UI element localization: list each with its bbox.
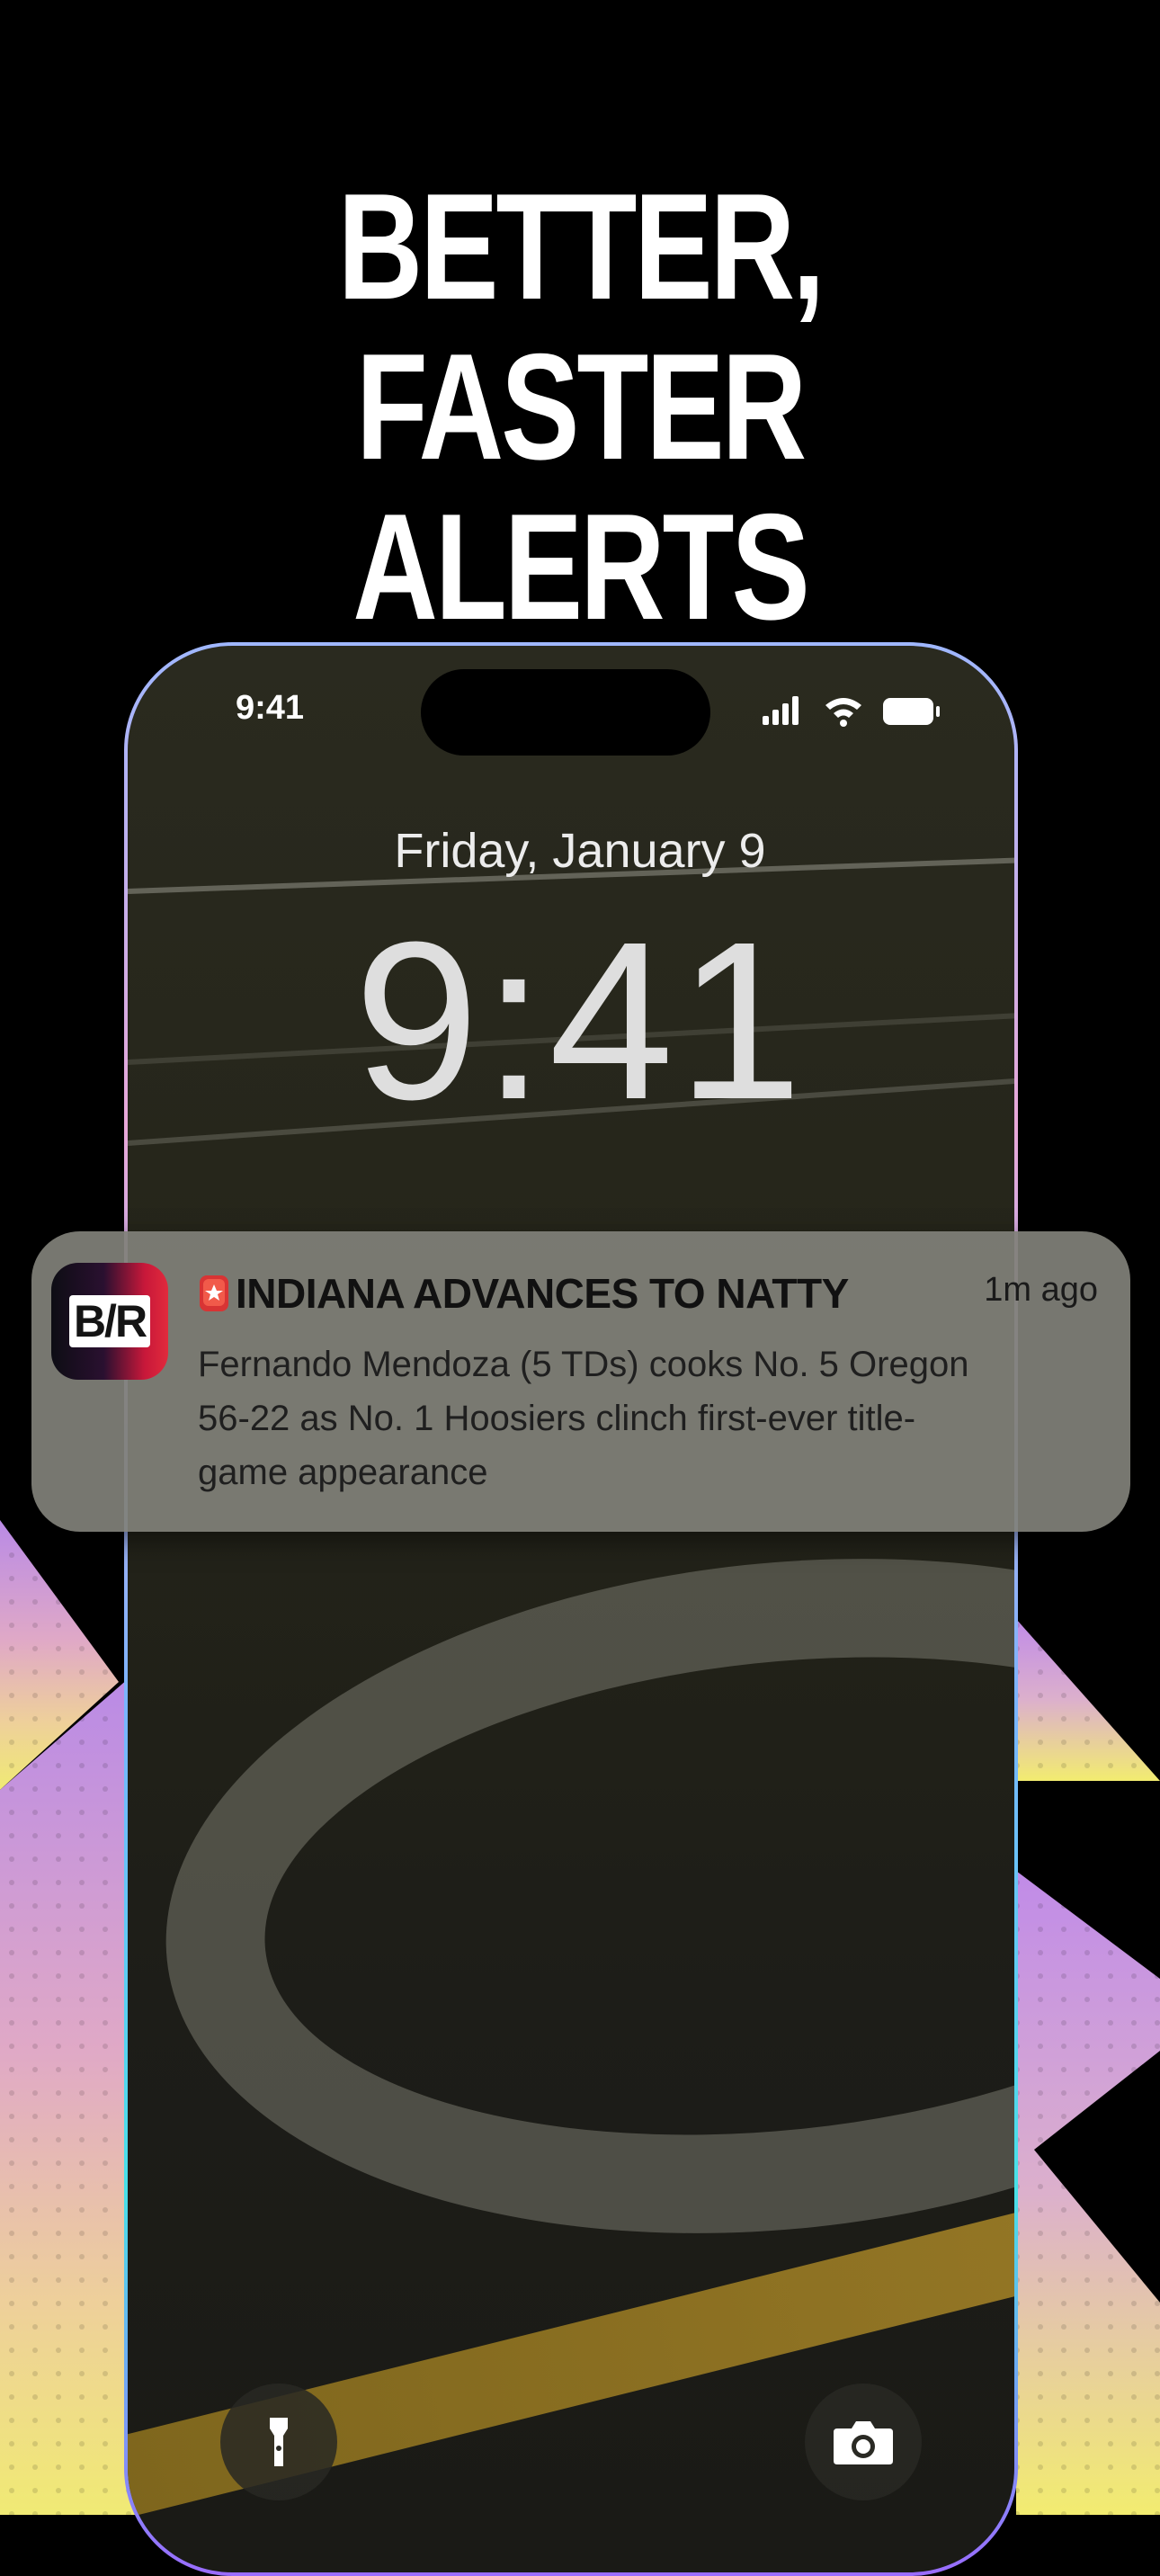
notification-time: 1m ago xyxy=(984,1271,1098,1309)
battery-icon xyxy=(883,698,940,725)
notification-card[interactable]: B/R INDIANA ADVANCES TO NATTY 1m ago Fer… xyxy=(31,1231,1130,1532)
app-icon-label: B/R xyxy=(69,1295,150,1347)
flashlight-icon xyxy=(270,2418,288,2466)
lock-clock: 9:41 xyxy=(353,895,807,1146)
status-time: 9:41 xyxy=(236,689,305,727)
notification-body: Fernando Mendoza (5 TDs) cooks No. 5 Ore… xyxy=(198,1345,969,1492)
bleacher-report-app-icon: B/R xyxy=(51,1263,168,1380)
headline-line-1: BETTER, FASTER xyxy=(337,162,825,491)
camera-icon xyxy=(834,2421,893,2464)
siren-emoji-icon xyxy=(200,1275,228,1311)
lock-date: Friday, January 9 xyxy=(394,824,766,878)
notification-title-row: INDIANA ADVANCES TO NATTY xyxy=(198,1269,849,1318)
status-icons xyxy=(763,696,940,727)
flashlight-button[interactable] xyxy=(220,2384,337,2500)
dynamic-island xyxy=(421,669,710,756)
wifi-icon xyxy=(825,698,861,727)
camera-button[interactable] xyxy=(805,2384,922,2500)
headline: BETTER, FASTER ALERTS xyxy=(0,166,1160,647)
notification-title: INDIANA ADVANCES TO NATTY xyxy=(236,1270,849,1317)
headline-line-2: ALERTS xyxy=(352,482,810,651)
signal-icon xyxy=(763,696,799,725)
